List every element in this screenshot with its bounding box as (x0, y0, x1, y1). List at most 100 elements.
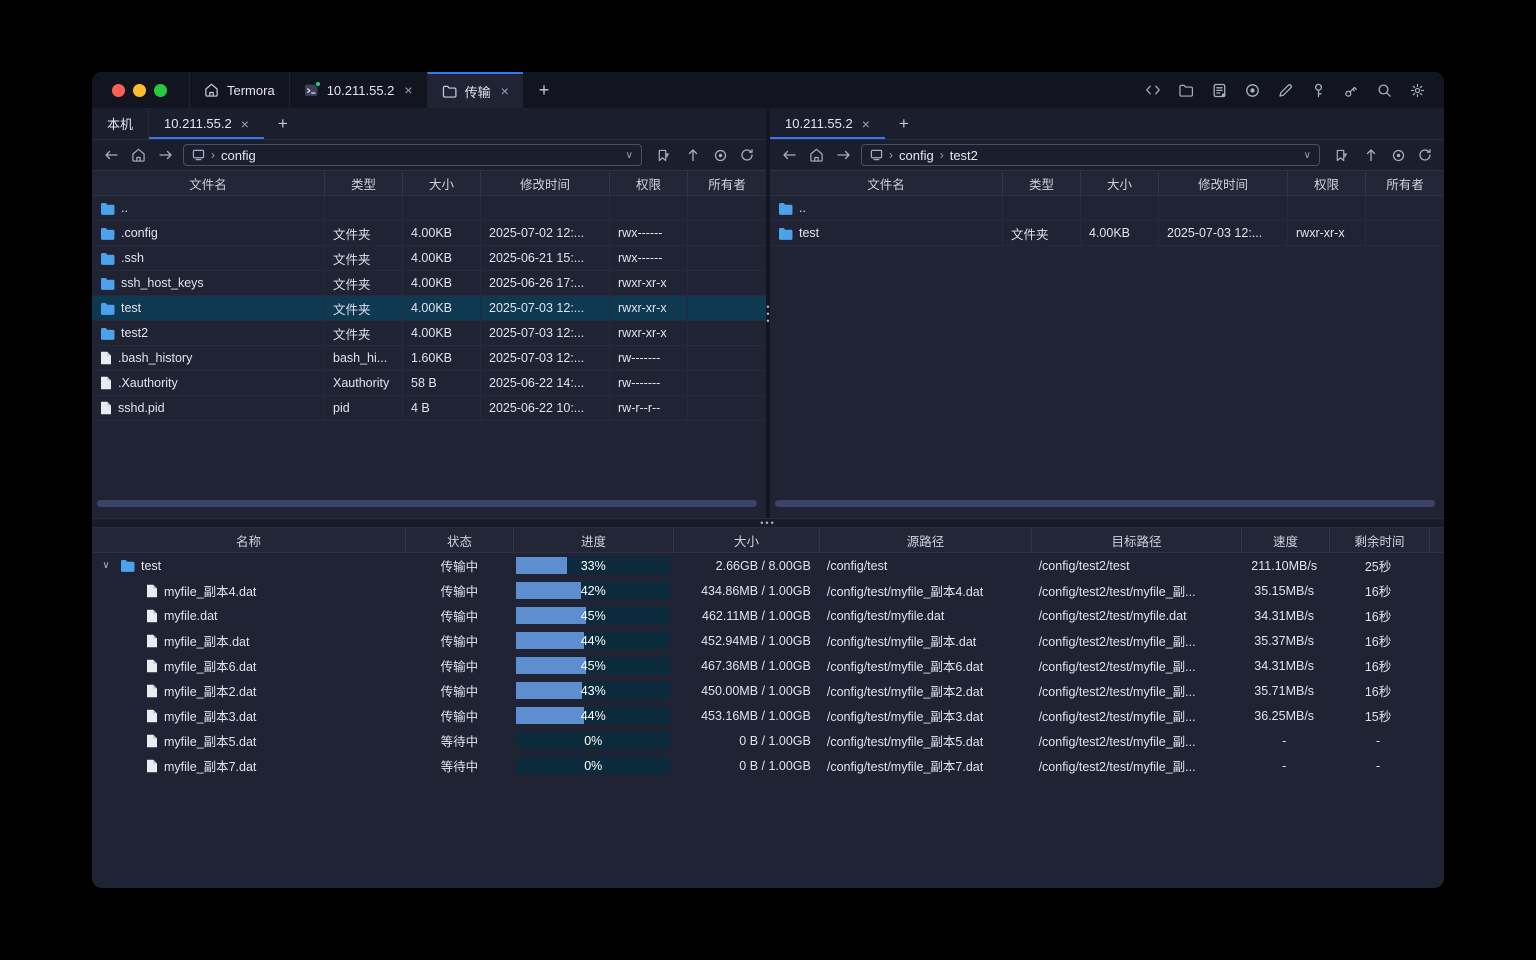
column-header-progress[interactable]: 进度 (514, 528, 674, 552)
file-row[interactable]: .bash_history bash_hi... 1.60KB 2025-07-… (92, 346, 766, 371)
file-mtime: 2025-07-02 12:... (489, 226, 584, 240)
left-horizontal-scrollbar[interactable] (97, 500, 757, 507)
keychain-icon[interactable] (1338, 78, 1364, 102)
bookmark-icon[interactable]: ▾ (648, 144, 678, 166)
path-breadcrumb[interactable]: › config › test2 ∨ (861, 144, 1320, 166)
log-icon[interactable] (1206, 78, 1232, 102)
column-header-source-path[interactable]: 源路径 (820, 528, 1032, 552)
home-icon[interactable] (804, 144, 828, 166)
tab-remote-host[interactable]: 10.211.55.2 × (770, 108, 885, 139)
column-header-type[interactable]: 类型 (1003, 171, 1081, 195)
right-panel-tabs: 10.211.55.2 × + (770, 108, 1444, 140)
file-row[interactable]: .ssh 文件夹 4.00KB 2025-06-21 15:... rwx---… (92, 246, 766, 271)
close-window-button[interactable] (112, 84, 125, 97)
edit-icon[interactable] (1272, 78, 1298, 102)
column-header-permissions[interactable]: 权限 (610, 171, 688, 195)
home-icon[interactable] (126, 144, 150, 166)
breadcrumb-segment[interactable]: config (221, 148, 256, 163)
transfer-speed: 36.25MB/s (1254, 709, 1314, 723)
back-icon[interactable] (777, 144, 801, 166)
column-header-size[interactable]: 大小 (674, 528, 820, 552)
breadcrumb-segment[interactable]: config (899, 148, 934, 163)
show-hidden-eye-icon[interactable] (708, 144, 732, 166)
transfer-name: myfile_副本.dat (164, 631, 249, 650)
tab-ssh-session[interactable]: 10.211.55.2 × (289, 72, 427, 108)
folder-icon (778, 227, 793, 240)
file-row[interactable]: .Xauthority Xauthority 58 B 2025-06-22 1… (92, 371, 766, 396)
transfer-row[interactable]: ∨ myfile_副本5.dat 等待中 0% 0 B / 1.00GB /co… (92, 728, 1444, 753)
transfer-target-path: /config/test2/test/myfile_副... (1039, 681, 1196, 700)
show-hidden-eye-icon[interactable] (1386, 144, 1410, 166)
breadcrumb-segment[interactable]: test2 (950, 148, 978, 163)
minimize-window-button[interactable] (133, 84, 146, 97)
transfer-row[interactable]: ∨ myfile_副本3.dat 传输中 44% 453.16MB / 1.00… (92, 703, 1444, 728)
close-tab-icon[interactable]: × (404, 82, 412, 98)
close-tab-icon[interactable]: × (862, 116, 870, 132)
column-header-owner[interactable]: 所有者 (1366, 171, 1444, 195)
record-icon[interactable] (1239, 78, 1265, 102)
column-header-mtime[interactable]: 修改时间 (1159, 171, 1288, 195)
column-header-size[interactable]: 大小 (1081, 171, 1159, 195)
close-tab-icon[interactable]: × (241, 116, 249, 132)
transfer-row[interactable]: ∨ myfile_副本7.dat 等待中 0% 0 B / 1.00GB /co… (92, 753, 1444, 778)
column-header-speed[interactable]: 速度 (1242, 528, 1330, 552)
column-header-target-path[interactable]: 目标路径 (1032, 528, 1242, 552)
refresh-icon[interactable] (735, 144, 759, 166)
progress-percent: 45% (581, 659, 606, 673)
column-header-remaining-time[interactable]: 剩余时间 (1330, 528, 1430, 552)
tab-remote-host[interactable]: 10.211.55.2 × (149, 108, 264, 139)
transfer-row[interactable]: ∨ myfile_副本.dat 传输中 44% 452.94MB / 1.00G… (92, 628, 1444, 653)
column-header-owner[interactable]: 所有者 (688, 171, 766, 195)
panel-splitter-horizontal[interactable]: ••• (92, 518, 1444, 528)
column-header-filename[interactable]: 文件名 (92, 171, 325, 195)
refresh-icon[interactable] (1413, 144, 1437, 166)
key-icon[interactable] (1305, 78, 1331, 102)
path-dropdown-chevron-icon[interactable]: ∨ (626, 150, 633, 161)
settings-gear-icon[interactable] (1404, 78, 1430, 102)
file-row[interactable]: .config 文件夹 4.00KB 2025-07-02 12:... rwx… (92, 221, 766, 246)
file-row[interactable]: test2 文件夹 4.00KB 2025-07-03 12:... rwxr-… (92, 321, 766, 346)
code-icon[interactable] (1140, 78, 1166, 102)
column-header-filename[interactable]: 文件名 (770, 171, 1003, 195)
tab-local[interactable]: 本机 (92, 108, 149, 139)
column-header-type[interactable]: 类型 (325, 171, 403, 195)
path-dropdown-chevron-icon[interactable]: ∨ (1304, 150, 1311, 161)
column-header-mtime[interactable]: 修改时间 (481, 171, 610, 195)
file-row[interactable]: sshd.pid pid 4 B 2025-06-22 10:... rw-r-… (92, 396, 766, 421)
transfer-row[interactable]: ∨ test 传输中 33% 2.66GB / 8.00GB /config/t… (92, 553, 1444, 578)
back-icon[interactable] (99, 144, 123, 166)
zoom-window-button[interactable] (154, 84, 167, 97)
column-header-size[interactable]: 大小 (403, 171, 481, 195)
file-mtime: 2025-07-03 12:... (1167, 226, 1262, 240)
folder-icon[interactable] (1173, 78, 1199, 102)
upload-up-icon[interactable] (1359, 144, 1383, 166)
new-panel-tab-button[interactable]: + (885, 108, 923, 139)
upload-up-icon[interactable] (681, 144, 705, 166)
path-breadcrumb[interactable]: › config ∨ (183, 144, 642, 166)
forward-icon[interactable] (831, 144, 855, 166)
tab-termora-home[interactable]: Termora (189, 72, 289, 108)
file-row[interactable]: test 文件夹 4.00KB 2025-07-03 12:... rwxr-x… (92, 296, 766, 321)
new-panel-tab-button[interactable]: + (264, 108, 302, 139)
file-row[interactable]: .. (770, 196, 1444, 221)
transfer-row[interactable]: ∨ myfile_副本4.dat 传输中 42% 434.86MB / 1.00… (92, 578, 1444, 603)
column-header-status[interactable]: 状态 (406, 528, 514, 552)
column-header-name[interactable]: 名称 (92, 528, 406, 552)
tab-transfer[interactable]: 传输 × (427, 72, 523, 108)
transfer-row[interactable]: ∨ myfile_副本2.dat 传输中 43% 450.00MB / 1.00… (92, 678, 1444, 703)
transfer-row[interactable]: ∨ myfile.dat 传输中 45% 462.11MB / 1.00GB /… (92, 603, 1444, 628)
file-row[interactable]: .. (92, 196, 766, 221)
right-horizontal-scrollbar[interactable] (775, 500, 1435, 507)
close-tab-icon[interactable]: × (501, 83, 509, 99)
file-row[interactable]: test 文件夹 4.00KB 2025-07-03 12:... rwxr-x… (770, 221, 1444, 246)
transfer-row[interactable]: ∨ myfile_副本6.dat 传输中 45% 467.36MB / 1.00… (92, 653, 1444, 678)
new-tab-button[interactable]: + (523, 72, 566, 108)
bookmark-icon[interactable]: ▾ (1326, 144, 1356, 166)
file-type: 文件夹 (333, 324, 371, 343)
expand-chevron-icon[interactable]: ∨ (98, 560, 114, 571)
column-header-permissions[interactable]: 权限 (1288, 171, 1366, 195)
search-icon[interactable] (1371, 78, 1397, 102)
file-row[interactable]: ssh_host_keys 文件夹 4.00KB 2025-06-26 17:.… (92, 271, 766, 296)
transfer-panel: 名称 状态 进度 大小 源路径 目标路径 速度 剩余时间 ∨ test 传输中 … (92, 528, 1444, 778)
forward-icon[interactable] (153, 144, 177, 166)
